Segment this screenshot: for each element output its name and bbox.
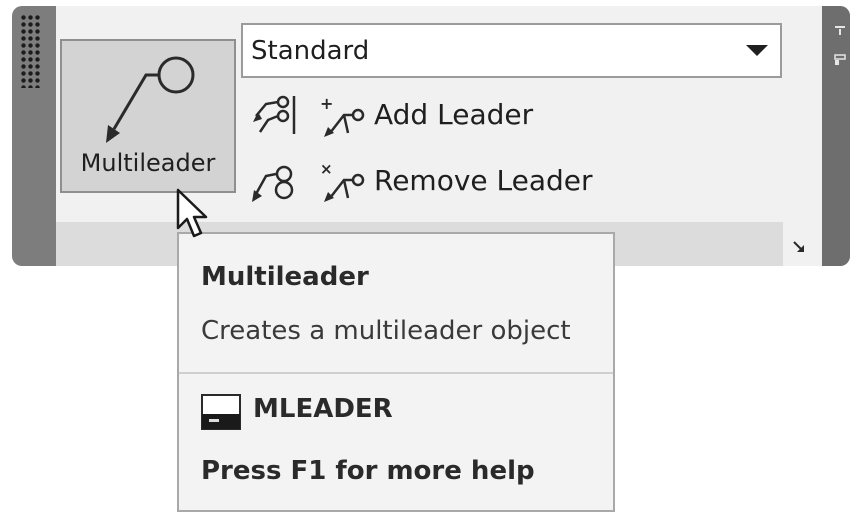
panel-grip-handle[interactable] [20, 14, 42, 88]
remove-leader-icon[interactable]: × [318, 160, 366, 204]
dialog-launcher-icon[interactable] [792, 240, 806, 254]
add-leader-icon[interactable]: + [318, 95, 366, 139]
svg-text:+: + [320, 95, 333, 113]
tooltip-description: Creates a multileader object [201, 316, 571, 346]
remove-leader-button[interactable]: Remove Leader [374, 164, 593, 197]
svg-text:×: × [320, 160, 333, 178]
mouse-pointer-icon [176, 188, 208, 238]
chevron-down-icon[interactable] [746, 45, 768, 57]
align-multileaders-icon[interactable] [250, 94, 298, 138]
tooltip-command-name: MLEADER [253, 394, 393, 424]
command-line-icon [201, 394, 241, 430]
collect-multileaders-icon[interactable] [250, 160, 298, 204]
multileader-button-label: Multileader [80, 149, 216, 177]
dropdown-selected-value: Standard [251, 36, 370, 66]
tooltip-help-text: Press F1 for more help [201, 456, 535, 486]
minimize-panel-icon[interactable] [834, 24, 846, 36]
multileader-icon [106, 56, 195, 143]
tooltip-divider [179, 372, 613, 374]
multileader-tooltip: Multileader Creates a multileader object… [177, 232, 615, 512]
multileader-style-dropdown[interactable]: Standard [241, 23, 782, 78]
tooltip-title: Multileader [201, 262, 369, 292]
panel-side-strip [822, 6, 850, 266]
add-leader-button[interactable]: Add Leader [374, 98, 533, 131]
multileader-button[interactable]: Multileader [60, 39, 236, 193]
panel-options-icon[interactable] [834, 54, 846, 66]
